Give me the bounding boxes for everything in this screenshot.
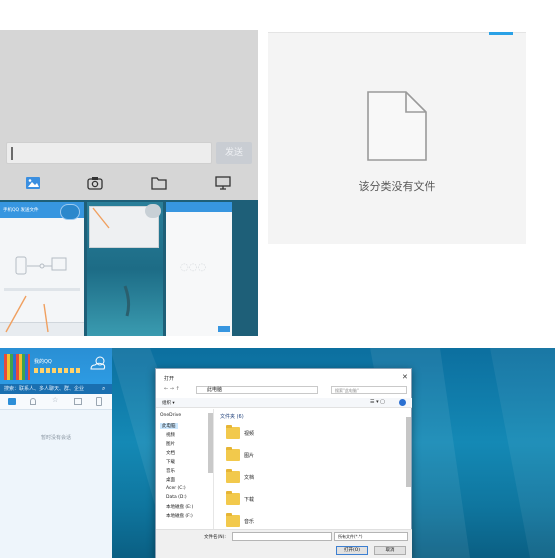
nav-item-drive-d[interactable]: Data (D:) <box>166 495 187 500</box>
folder-icon[interactable] <box>151 176 169 192</box>
phone-tab-icon[interactable] <box>96 397 102 406</box>
tab-indicator <box>489 32 513 35</box>
status-icons[interactable] <box>34 368 80 373</box>
photo-thumbnail[interactable]: ◌◌◌ <box>166 202 232 336</box>
nav-item-drive-e[interactable]: 本地磁盘 (E:) <box>166 504 193 510</box>
section-header: 文件夹 (6) <box>220 414 244 420</box>
cancel-button[interactable]: 取消 <box>374 546 406 555</box>
open-file-dialog: 打开 ✕ ← → ↑ 此电脑 搜索"此电脑" 组织 ▾ ☰ ▾ ▢ OneDri… <box>155 368 412 558</box>
view-options-icon[interactable]: ☰ ▾ ▢ <box>370 399 385 405</box>
message-input[interactable] <box>6 142 212 164</box>
folder-icon[interactable] <box>226 491 240 505</box>
nav-item-videos[interactable]: 视频 <box>166 432 175 438</box>
search-icon[interactable]: ⌕ <box>102 385 105 393</box>
qq-nickname: 我的QQ <box>34 359 52 365</box>
folder-label[interactable]: 视频 <box>244 430 254 437</box>
photo-thumbnail[interactable] <box>87 202 163 336</box>
star-tab-icon[interactable]: ☆ <box>52 396 58 404</box>
qq-watermark: ◌◌◌ <box>180 262 207 273</box>
folder-label[interactable]: 下载 <box>244 496 254 503</box>
dialog-toolbar: 组织 ▾ ☰ ▾ ▢ <box>156 398 412 408</box>
dialog-search-input[interactable]: 搜索"此电脑" <box>331 386 407 394</box>
folder-icon[interactable] <box>226 447 240 461</box>
filename-label: 文件名(N): <box>204 535 226 540</box>
folder-icon[interactable] <box>226 513 240 527</box>
folder-icon[interactable] <box>226 425 240 439</box>
phone-chat-screen: 发送 <box>0 30 258 200</box>
folder-label[interactable]: 音乐 <box>244 518 254 525</box>
avatar[interactable] <box>4 354 30 380</box>
nav-item-drive-c[interactable]: Acer (C:) <box>166 486 186 491</box>
picture-icon[interactable] <box>25 176 43 192</box>
recent-photos-strip: 手机QQ 发送文件 ◌◌◌ <box>0 200 258 336</box>
empty-message: 该分类没有文件 <box>358 180 436 193</box>
thumbnail-title: 手机QQ 发送文件 <box>3 208 39 213</box>
nav-item-music[interactable]: 音乐 <box>166 468 175 474</box>
nav-item-drive-f[interactable]: 本地磁盘 (F:) <box>166 513 193 519</box>
nav-item-documents[interactable]: 文档 <box>166 450 175 456</box>
nav-item-this-pc[interactable]: 此电脑 <box>160 423 178 429</box>
attachment-toolbar <box>0 170 258 200</box>
chat-tab-icon[interactable] <box>8 398 16 405</box>
navigation-pane: OneDrive 此电脑 视频 图片 文档 下载 音乐 桌面 Acer (C:)… <box>156 409 214 529</box>
nav-item-downloads[interactable]: 下载 <box>166 459 175 465</box>
contacts-tab-icon[interactable] <box>30 398 36 405</box>
back-forward-icon[interactable]: ← → ↑ <box>164 386 180 392</box>
folder-icon[interactable] <box>226 469 240 483</box>
dialog-footer: 文件名(N): 所有文件(*.*) 打开(O) 取消 <box>156 529 412 558</box>
monitor-icon[interactable] <box>215 176 233 192</box>
nav-item-desktop[interactable]: 桌面 <box>166 477 175 483</box>
desktop-wallpaper: 我的QQ 搜索：联系人、多人聊天、群、企业 ⌕ ☆ 暂时没有会话 打开 ✕ ← … <box>0 348 555 558</box>
qq-header: 我的QQ <box>0 348 112 384</box>
folder-label[interactable]: 图片 <box>244 452 254 459</box>
open-button[interactable]: 打开(O) <box>336 546 368 555</box>
nav-item-pictures[interactable]: 图片 <box>166 441 175 447</box>
organize-button[interactable]: 组织 ▾ <box>162 400 175 406</box>
empty-file-icon <box>367 91 427 161</box>
nav-scrollbar[interactable] <box>208 413 213 473</box>
address-bar[interactable]: 此电脑 <box>196 386 318 394</box>
file-list-scrollbar[interactable] <box>406 417 411 487</box>
weather-icon[interactable] <box>88 354 108 372</box>
phone-to-pc-icon <box>15 256 67 275</box>
folder-label[interactable]: 文档 <box>244 474 254 481</box>
qq-search-input[interactable]: 搜索：联系人、多人聊天、群、企业 <box>0 384 112 394</box>
nav-item-onedrive[interactable]: OneDrive <box>160 413 181 418</box>
photo-thumbnail[interactable]: 手机QQ 发送文件 <box>0 202 84 336</box>
no-conversation-text: 暂时没有会话 <box>40 435 71 441</box>
help-icon[interactable] <box>399 399 406 406</box>
file-list: 文件夹 (6) 视频 图片 文档 下载 音乐 <box>216 409 402 529</box>
qq-tab-bar: ☆ <box>0 394 112 410</box>
filetype-select[interactable]: 所有文件(*.*) <box>334 532 408 541</box>
space-tab-icon[interactable] <box>74 398 82 405</box>
send-button[interactable]: 发送 <box>216 142 252 164</box>
close-icon[interactable]: ✕ <box>402 373 408 381</box>
qq-main-panel: 我的QQ 搜索：联系人、多人聊天、群、企业 ⌕ ☆ 暂时没有会话 <box>0 348 112 558</box>
dialog-title: 打开 <box>164 376 175 382</box>
camera-icon[interactable] <box>87 176 105 192</box>
filename-input[interactable] <box>232 532 332 541</box>
file-category-panel <box>268 32 526 244</box>
